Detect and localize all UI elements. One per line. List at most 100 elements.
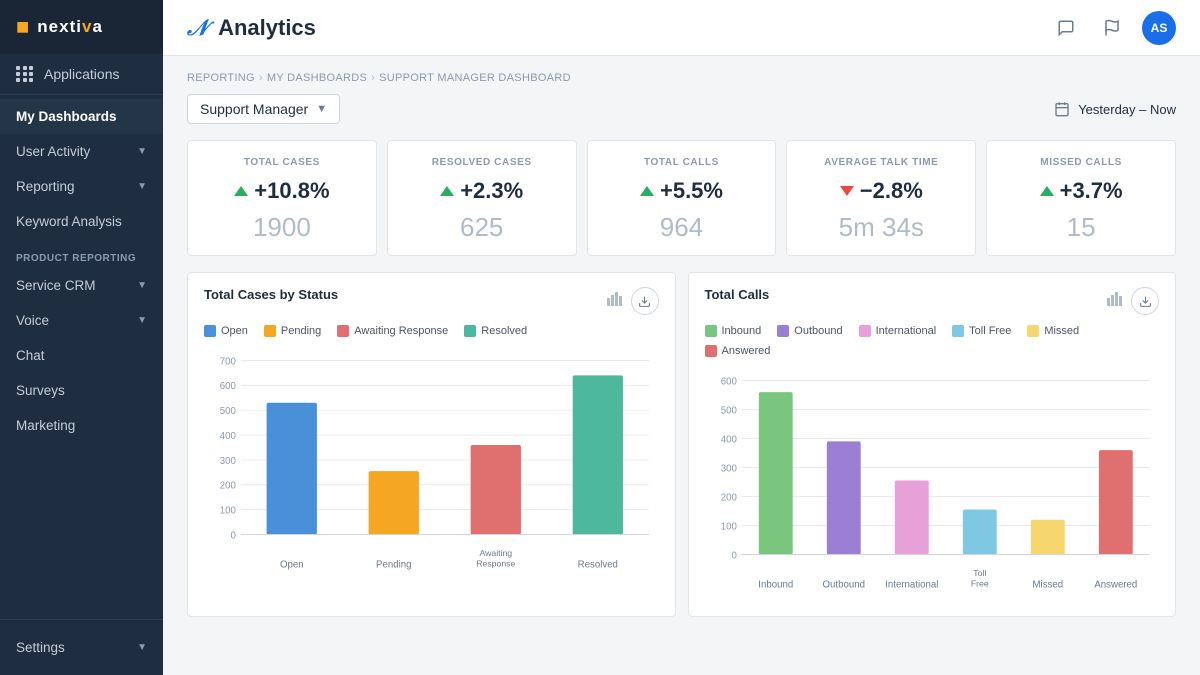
legend-color bbox=[952, 325, 964, 337]
sidebar-item-reporting[interactable]: Reporting ▼ bbox=[0, 169, 163, 204]
svg-text:Pending: Pending bbox=[376, 559, 411, 570]
kpi-change: +2.3% bbox=[440, 178, 523, 204]
legend-label: Awaiting Response bbox=[354, 325, 448, 337]
svg-text:500: 500 bbox=[720, 405, 736, 416]
chat-icon-button[interactable] bbox=[1050, 12, 1082, 44]
breadcrumb-item-my-dashboards[interactable]: My Dashboards bbox=[267, 72, 367, 84]
kpi-label: TOTAL CALLS bbox=[644, 157, 719, 168]
legend-item-resolved: Resolved bbox=[464, 325, 527, 337]
chevron-down-icon: ▼ bbox=[137, 642, 147, 653]
sidebar-item-my-dashboards[interactable]: My Dashboards bbox=[0, 99, 163, 134]
legend-color bbox=[264, 325, 276, 337]
kpi-label: AVERAGE TALK TIME bbox=[824, 157, 938, 168]
sidebar-item-label: Settings bbox=[16, 640, 65, 655]
kpi-change: −2.8% bbox=[840, 178, 923, 204]
product-reporting-section-label: PRODUCT REPORTING bbox=[0, 239, 163, 268]
user-avatar[interactable]: AS bbox=[1142, 11, 1176, 45]
chart-legend: Inbound Outbound International Toll Free bbox=[705, 325, 1160, 357]
sidebar-item-chat[interactable]: Chat bbox=[0, 338, 163, 373]
bar-chart-icon bbox=[1107, 292, 1123, 310]
cases-bar-chart: 0100200300400500600700OpenPendingAwaitin… bbox=[204, 347, 659, 577]
sidebar-item-service-crm[interactable]: Service CRM ▼ bbox=[0, 268, 163, 303]
applications-label: Applications bbox=[44, 66, 120, 82]
chart-header: Total Cases by Status bbox=[204, 287, 659, 315]
breadcrumb-item-reporting[interactable]: Reporting bbox=[187, 72, 255, 84]
calls-chart-area: 0100200300400500600InboundOutboundIntern… bbox=[705, 367, 1160, 602]
sidebar-item-user-activity[interactable]: User Activity ▼ bbox=[0, 134, 163, 169]
cases-chart-area: 0100200300400500600700OpenPendingAwaitin… bbox=[204, 347, 659, 582]
download-button[interactable] bbox=[631, 287, 659, 315]
legend-color bbox=[705, 325, 717, 337]
chevron-down-icon: ▼ bbox=[316, 103, 327, 115]
charts-row: Total Cases by Status Open bbox=[187, 272, 1176, 617]
sidebar-item-label: Service CRM bbox=[16, 278, 96, 293]
legend-item-outbound: Outbound bbox=[777, 325, 842, 337]
svg-text:Response: Response bbox=[476, 558, 515, 568]
chart-legend: Open Pending Awaiting Response Resolved bbox=[204, 325, 659, 337]
svg-text:400: 400 bbox=[720, 434, 736, 445]
chevron-down-icon: ▼ bbox=[137, 280, 147, 291]
calls-bar-chart: 0100200300400500600InboundOutboundIntern… bbox=[705, 367, 1160, 597]
breadcrumb-separator: › bbox=[371, 72, 375, 84]
breadcrumb-item-support-manager: Support Manager Dashboard bbox=[379, 72, 571, 84]
svg-text:300: 300 bbox=[720, 463, 736, 474]
dashboard-header: Support Manager ▼ Yesterday – Now bbox=[187, 94, 1176, 124]
sidebar-item-label: Surveys bbox=[16, 383, 65, 398]
sidebar-item-voice[interactable]: Voice ▼ bbox=[0, 303, 163, 338]
legend-item-international: International bbox=[859, 325, 937, 337]
kpi-row: TOTAL CASES +10.8% 1900 RESOLVED CASES +… bbox=[187, 140, 1176, 256]
legend-color bbox=[777, 325, 789, 337]
legend-label: International bbox=[876, 325, 937, 337]
kpi-label: TOTAL CASES bbox=[244, 157, 320, 168]
svg-text:Free: Free bbox=[970, 578, 988, 588]
topbar-right: AS bbox=[1050, 11, 1176, 45]
svg-text:100: 100 bbox=[720, 521, 736, 532]
legend-color bbox=[705, 345, 717, 357]
download-button[interactable] bbox=[1131, 287, 1159, 315]
svg-text:Inbound: Inbound bbox=[758, 579, 793, 590]
svg-text:International: International bbox=[885, 579, 938, 590]
sidebar-item-keyword-analysis[interactable]: Keyword Analysis bbox=[0, 204, 163, 239]
svg-text:100: 100 bbox=[220, 506, 236, 517]
dashboard-selector[interactable]: Support Manager ▼ bbox=[187, 94, 340, 124]
kpi-card-total-cases: TOTAL CASES +10.8% 1900 bbox=[187, 140, 377, 256]
content-area: Reporting › My Dashboards › Support Mana… bbox=[163, 56, 1200, 675]
logo-area[interactable]: ■ nextiva bbox=[0, 0, 163, 54]
chevron-down-icon: ▼ bbox=[137, 315, 147, 326]
sidebar-footer: Settings ▼ bbox=[0, 619, 163, 675]
date-range-selector[interactable]: Yesterday – Now bbox=[1054, 101, 1176, 117]
svg-text:700: 700 bbox=[220, 356, 236, 367]
arrow-up-icon bbox=[1040, 186, 1054, 196]
flag-icon-button[interactable] bbox=[1096, 12, 1128, 44]
sidebar-item-surveys[interactable]: Surveys bbox=[0, 373, 163, 408]
svg-text:400: 400 bbox=[220, 431, 236, 442]
sidebar-item-settings[interactable]: Settings ▼ bbox=[0, 630, 163, 665]
kpi-change-value: −2.8% bbox=[860, 178, 923, 204]
legend-color bbox=[337, 325, 349, 337]
legend-label: Answered bbox=[722, 345, 771, 357]
chevron-down-icon: ▼ bbox=[137, 181, 147, 192]
kpi-change: +5.5% bbox=[640, 178, 723, 204]
legend-color bbox=[204, 325, 216, 337]
svg-text:300: 300 bbox=[220, 456, 236, 467]
chart-header: Total Calls bbox=[705, 287, 1160, 315]
breadcrumb: Reporting › My Dashboards › Support Mana… bbox=[187, 72, 1176, 84]
sidebar-item-marketing[interactable]: Marketing bbox=[0, 408, 163, 443]
applications-nav[interactable]: Applications bbox=[0, 54, 163, 95]
svg-text:Missed: Missed bbox=[1032, 579, 1063, 590]
svg-text:Outbound: Outbound bbox=[822, 579, 864, 590]
kpi-card-avg-talk-time: AVERAGE TALK TIME −2.8% 5m 34s bbox=[786, 140, 976, 256]
legend-color bbox=[464, 325, 476, 337]
arrow-up-icon bbox=[640, 186, 654, 196]
legend-color bbox=[859, 325, 871, 337]
kpi-change-value: +10.8% bbox=[254, 178, 329, 204]
kpi-label: RESOLVED CASES bbox=[432, 157, 532, 168]
svg-text:200: 200 bbox=[220, 481, 236, 492]
svg-text:200: 200 bbox=[720, 492, 736, 503]
logo-icon: ■ bbox=[16, 14, 29, 40]
svg-text:500: 500 bbox=[220, 406, 236, 417]
logo-text: nextiva bbox=[37, 17, 103, 37]
sidebar-item-label: Reporting bbox=[16, 179, 75, 194]
legend-color bbox=[1027, 325, 1039, 337]
sidebar-item-label: Chat bbox=[16, 348, 45, 363]
